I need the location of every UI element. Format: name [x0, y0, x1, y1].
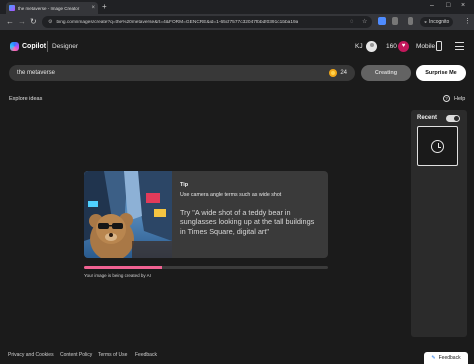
browser-tabbar: the metaverse - Image Creator × + – □ ×	[0, 0, 474, 14]
recent-toggle[interactable]	[446, 115, 460, 122]
copilot-logo-icon[interactable]	[10, 42, 19, 51]
privacy-link[interactable]: Privacy and Cookies	[8, 352, 54, 358]
feedback-icon: ✎	[431, 355, 436, 361]
tip-title: Tip	[180, 182, 189, 188]
tip-example-text: Try "A wide shot of a teddy bear in sung…	[180, 208, 315, 236]
product-name[interactable]: Designer	[52, 42, 78, 51]
help-label: Help	[454, 95, 466, 102]
feedback-button-label: Feedback	[438, 355, 461, 361]
teddy-bear-times-square-image	[84, 171, 172, 258]
tip-subtitle: Use camera angle terms such as wide shot	[180, 192, 282, 198]
url-field[interactable]: ⚙ bing.com/images/create?q=the%20metaver…	[42, 16, 372, 28]
download-icon[interactable]	[392, 17, 398, 25]
footer: Privacy and Cookies Content Policy Terms…	[0, 345, 474, 364]
tab-close-icon[interactable]: ×	[91, 5, 95, 11]
user-initials[interactable]: KJ	[355, 43, 363, 51]
clock-icon	[431, 140, 444, 153]
help-link[interactable]: ? Help	[443, 95, 465, 102]
site-info-icon[interactable]: ⚙	[48, 19, 52, 25]
tip-example-image	[84, 171, 172, 258]
minimize-icon[interactable]: –	[430, 1, 434, 11]
prompt-text[interactable]: the metaverse	[17, 70, 329, 76]
bookmark-star-icon[interactable]: ☆	[362, 17, 367, 27]
site-header: Copilot Designer KJ 160 ♥ Mobile	[0, 30, 474, 62]
progress-bar	[84, 266, 328, 269]
side-panel-icon[interactable]	[408, 17, 413, 25]
boost-counter[interactable]: 24	[329, 69, 347, 77]
incognito-icon: ◒	[424, 19, 428, 25]
boost-count: 24	[340, 70, 347, 76]
mobile-icon[interactable]	[436, 41, 442, 51]
address-bar: ← → ↻ ⚙ bing.com/images/create?q=the%20m…	[0, 14, 474, 30]
feedback-link[interactable]: Feedback	[135, 352, 157, 358]
progress-fill	[84, 266, 163, 269]
browser-tab[interactable]: the metaverse - Image Creator ×	[6, 2, 98, 14]
mobile-label[interactable]: Mobile	[416, 43, 435, 51]
eye-off-icon[interactable]: ◌	[350, 17, 354, 27]
surprise-me-button[interactable]: Surprise Me	[416, 65, 466, 81]
header-divider	[47, 41, 48, 52]
forward-icon[interactable]: →	[18, 17, 26, 27]
browser-menu-icon[interactable]: ⋮	[464, 17, 471, 27]
terms-link[interactable]: Terms of Use	[98, 352, 127, 358]
menu-icon[interactable]	[455, 42, 464, 50]
url-text: bing.com/images/create?q=the%20metaverse…	[56, 19, 299, 25]
recent-panel: Recent	[411, 110, 467, 337]
create-button[interactable]: Creating	[361, 65, 411, 81]
tip-card: Tip Use camera angle terms such as wide …	[84, 171, 328, 258]
prompt-input[interactable]: the metaverse 24	[9, 65, 355, 81]
incognito-badge[interactable]: ◒ Incognito	[420, 17, 454, 27]
reload-icon[interactable]: ↻	[30, 17, 37, 27]
rewards-icon[interactable]: ♥	[398, 41, 409, 52]
tab-title: the metaverse - Image Creator	[18, 5, 80, 11]
back-icon[interactable]: ←	[6, 17, 14, 27]
new-tab-icon[interactable]: +	[102, 2, 107, 12]
progress-status: Your image is being created by AI	[84, 273, 151, 278]
coin-icon	[329, 69, 338, 77]
recent-pending-card[interactable]	[417, 126, 458, 166]
brand-name[interactable]: Copilot	[22, 42, 46, 51]
avatar-icon[interactable]	[366, 41, 377, 52]
content-policy-link[interactable]: Content Policy	[60, 352, 92, 358]
incognito-label: Incognito	[429, 19, 450, 25]
help-icon: ?	[443, 95, 450, 102]
maximize-icon[interactable]: □	[446, 1, 450, 11]
close-window-icon[interactable]: ×	[461, 1, 465, 11]
feedback-button[interactable]: ✎ Feedback	[424, 352, 468, 364]
recent-label: Recent	[417, 115, 438, 121]
explore-ideas-link[interactable]: Explore ideas	[9, 96, 42, 102]
extension-icon[interactable]	[378, 17, 386, 25]
rewards-points[interactable]: 160	[386, 43, 397, 51]
copilot-favicon-icon	[9, 5, 15, 11]
